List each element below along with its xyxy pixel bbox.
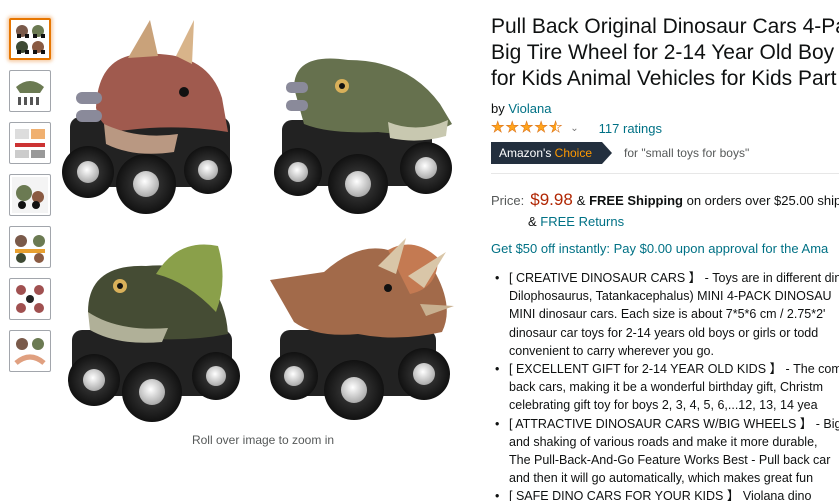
thumbnail-3[interactable] xyxy=(9,122,51,164)
product-info: Pull Back Original Dinosaur Cars 4-Pa Bi… xyxy=(491,14,839,501)
divider xyxy=(491,173,839,174)
star-icon: ★ xyxy=(519,119,534,136)
feature-bullet: [ CREATIVE DINOSAUR CARS 】 - Toys are in… xyxy=(491,269,839,360)
feature-bullet: [ ATTRACTIVE DINOSAUR CARS W/BIG WHEELS … xyxy=(491,415,839,488)
feature-bullet: [ SAFE DINO CARS FOR YOUR KIDS 】 Violana… xyxy=(491,487,839,501)
free-returns-link[interactable]: FREE Returns xyxy=(540,214,624,229)
dino-car-carnotaurus xyxy=(62,20,232,214)
choice-query: for "small toys for boys" xyxy=(624,146,750,160)
bullet-line: [ CREATIVE DINOSAUR CARS 】 - Toys are in… xyxy=(509,271,839,285)
bullet-line: and shaking of various roads and make it… xyxy=(509,434,818,449)
star-half-icon: ★ xyxy=(548,119,563,136)
price-row: Price: $9.98 & FREE Shipping on orders o… xyxy=(491,190,839,210)
product-title-line: Pull Back Original Dinosaur Cars 4-Pa xyxy=(491,15,839,38)
shipping-amp: & xyxy=(576,193,586,208)
product-title-line: for Kids Animal Vehicles for Kids Part xyxy=(491,67,837,90)
byline-prefix: by xyxy=(491,101,505,116)
bullet-line: dinosaur car toys for 2-14 years old boy… xyxy=(509,325,819,340)
bullet-line: Dilophosaurus, Tatankacephalus) MINI 4-P… xyxy=(509,289,832,304)
bullet-line: The Pull-Back-And-Go Feature Works Best … xyxy=(509,453,831,468)
amazons-choice-badge: Amazon's Choice xyxy=(491,142,613,164)
thumbnail-6[interactable] xyxy=(9,278,51,320)
bullet-line: [ ATTRACTIVE DINOSAUR CARS W/BIG WHEELS … xyxy=(509,416,839,431)
zoom-hint: Roll over image to zoom in xyxy=(191,433,335,447)
byline: by Violana xyxy=(491,101,839,116)
ratings-row: ★ ★ ★ ★ ★ ⌄ 117 ratings xyxy=(491,119,839,136)
feature-bullets: [ CREATIVE DINOSAUR CARS 】 - Toys are in… xyxy=(491,269,839,501)
ratings-count-link[interactable]: 117 ratings xyxy=(599,121,662,136)
credit-offer-link[interactable]: Get $50 off instantly: Pay $0.00 upon ap… xyxy=(491,241,839,256)
thumbnail-strip xyxy=(9,18,53,382)
thumbnail-2[interactable] xyxy=(9,70,51,112)
bullet-line: and then it will go automatically, which… xyxy=(509,471,814,486)
badge-accent-text: Choice xyxy=(554,146,593,160)
bullet-line: celebrating gift toy for boys 2, 3, 4, 5… xyxy=(509,398,818,413)
thumbnail-5[interactable] xyxy=(9,226,51,268)
returns-amp: & xyxy=(528,214,537,229)
badge-primary-text: Amazon's xyxy=(499,146,552,160)
thumbnail-4[interactable] xyxy=(9,174,51,216)
free-shipping-label[interactable]: FREE Shipping xyxy=(589,193,683,208)
star-rating[interactable]: ★ ★ ★ ★ ★ xyxy=(491,119,563,136)
bullet-line: [ SAFE DINO CARS FOR YOUR KIDS 】 Violana… xyxy=(509,489,812,501)
star-icon: ★ xyxy=(505,119,519,136)
price-value: $9.98 xyxy=(530,190,573,209)
bullet-line: back cars, making it be a wonderful birt… xyxy=(509,380,824,395)
product-title: Pull Back Original Dinosaur Cars 4-Pa Bi… xyxy=(491,14,839,92)
product-title-line: Big Tire Wheel for 2-14 Year Old Boy xyxy=(491,41,835,64)
feature-bullet: [ EXCELLENT GIFT for 2-14 YEAR OLD KIDS … xyxy=(491,360,839,415)
amazons-choice-row: Amazon's Choice for "small toys for boys… xyxy=(491,142,839,164)
star-icon: ★ xyxy=(491,119,505,136)
shipping-details: on orders over $25.00 ship xyxy=(686,193,839,208)
bullet-line: convenient to carry wherever you go. xyxy=(509,343,714,358)
main-product-image[interactable] xyxy=(58,12,478,424)
bullet-line: [ EXCELLENT GIFT for 2-14 YEAR OLD KIDS … xyxy=(509,362,839,377)
dino-car-dilophosaurus xyxy=(68,244,240,422)
thumbnail-7[interactable] xyxy=(9,330,51,372)
returns-line: & FREE Returns xyxy=(528,214,839,229)
price-label: Price: xyxy=(491,193,525,208)
dino-car-triceratops xyxy=(270,238,454,420)
bullet-line: MINI dinosaur cars. Each size is about 7… xyxy=(509,307,826,322)
dino-car-trex xyxy=(274,58,452,214)
chevron-down-icon[interactable]: ⌄ xyxy=(570,123,578,134)
brand-link[interactable]: Violana xyxy=(508,101,551,116)
dinosaur-cars-illustration xyxy=(62,20,454,422)
star-icon: ★ xyxy=(534,119,548,136)
thumbnail-1[interactable] xyxy=(9,18,51,60)
